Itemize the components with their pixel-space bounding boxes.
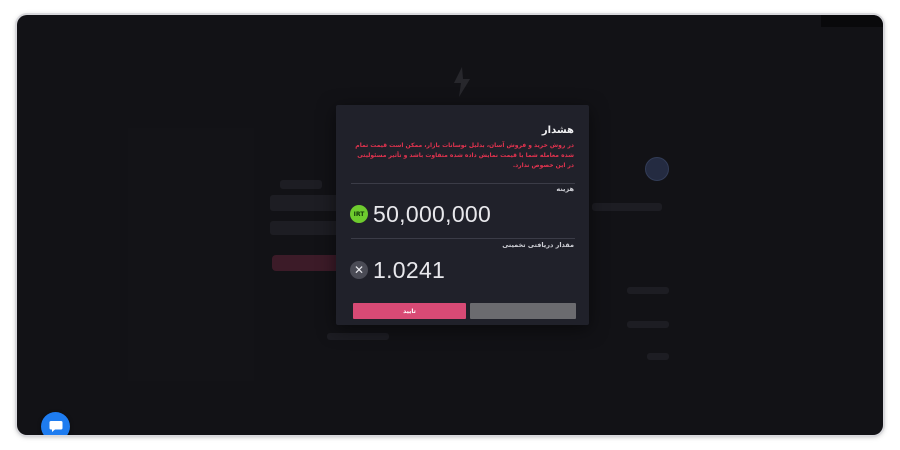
divider — [351, 183, 575, 184]
cost-amount-row: IRT 50,000,000 — [350, 201, 491, 227]
receive-value: 1.0241 — [373, 256, 446, 283]
chat-button[interactable] — [41, 412, 70, 435]
app-window: هشدار در روش خرید و فروش آسان، بدلیل نوس… — [17, 15, 883, 435]
receive-amount-row: ✕ 1.0241 — [350, 257, 445, 283]
irt-currency-icon: IRT — [350, 205, 368, 223]
cost-value: 50,000,000 — [373, 200, 492, 227]
chat-bubble-icon — [49, 421, 62, 432]
divider — [351, 238, 575, 239]
estimated-receive-label: مقدار دریافتی تخمینی — [502, 241, 574, 249]
warning-message: در روش خرید و فروش آسان، بدلیل نوسانات ب… — [355, 142, 574, 169]
cancel-button[interactable] — [470, 303, 576, 319]
dialog-title: هشدار — [541, 125, 574, 136]
x-token-icon: ✕ — [350, 261, 368, 279]
warning-dialog: هشدار در روش خرید و فروش آسان، بدلیل نوس… — [336, 105, 589, 325]
cost-label: هزینه — [556, 185, 574, 193]
confirm-button[interactable]: تایید — [353, 303, 466, 319]
